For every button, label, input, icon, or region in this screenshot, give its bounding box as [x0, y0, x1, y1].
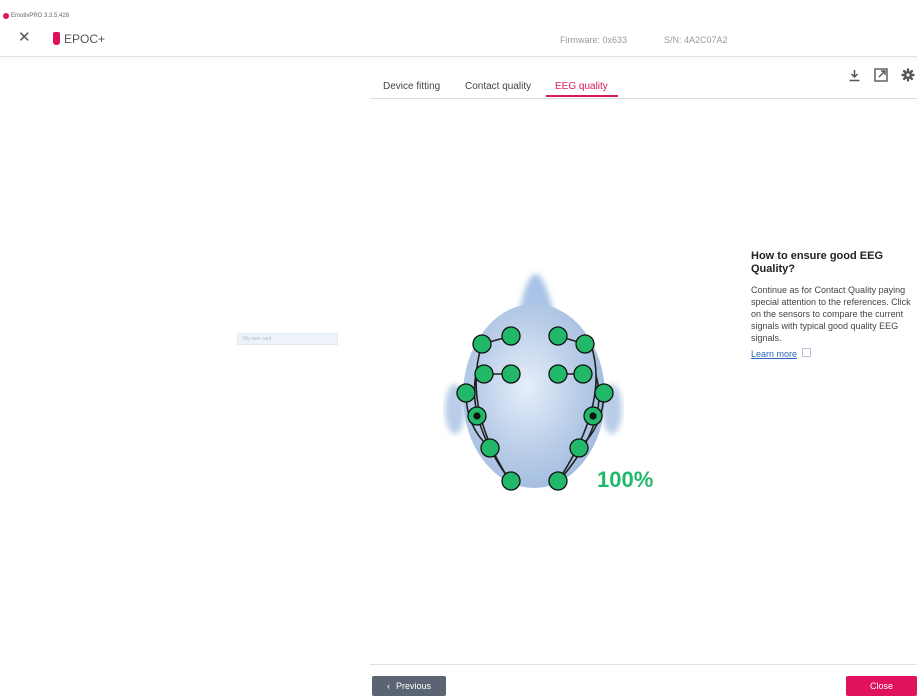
sensor-f8 [573, 364, 593, 384]
active-tab-indicator [546, 95, 618, 97]
device-header: ✕ EPOC+ Firmware: 0x633 S/N: 4A2C07A2 [0, 22, 917, 57]
previous-button[interactable]: ‹ Previous [372, 676, 446, 696]
sensor-f3 [501, 326, 521, 346]
sensor-af3 [472, 334, 492, 354]
previous-button-label: Previous [395, 681, 431, 691]
firmware-label: Firmware: 0x633 [560, 35, 628, 45]
headset-icon [53, 32, 60, 45]
tab-bar: Device fitting Contact quality EEG quali… [370, 76, 917, 99]
tab-contact-quality[interactable]: Contact quality [465, 81, 531, 92]
sensor-o2 [548, 471, 568, 491]
emotiv-logo-icon [3, 13, 9, 19]
sensor-af4 [575, 334, 595, 354]
external-link-small-icon [802, 348, 812, 358]
sensor-o1 [501, 471, 521, 491]
sensor-t8 [594, 383, 614, 403]
close-icon[interactable]: ✕ [18, 30, 31, 45]
chevron-left-icon: ‹ [386, 681, 390, 691]
app-title-bar: EmotivPRO 3.3.5.428 [3, 11, 69, 21]
close-button[interactable]: Close [846, 676, 917, 696]
app-title: EmotivPRO 3.3.5.428 [11, 13, 70, 19]
external-link-icon[interactable] [872, 66, 890, 84]
sensor-f4 [548, 326, 568, 346]
device-name: EPOC+ [64, 32, 106, 46]
head-sensor-map [440, 262, 640, 502]
tab-device-fitting[interactable]: Device fitting [383, 81, 440, 92]
card-placeholder-text: My new card [243, 336, 272, 342]
learn-more-link[interactable]: Learn more [751, 349, 797, 359]
sensor-t7 [456, 383, 476, 403]
sensor-f7 [474, 364, 494, 384]
gear-icon[interactable] [899, 66, 917, 84]
serial-number-label: S/N: 4A2C07A2 [664, 35, 728, 45]
tab-eeg-quality[interactable]: EEG quality [555, 81, 608, 92]
help-title: How to ensure good EEG Quality? [751, 250, 884, 275]
eeg-quality-percentage: 100% [597, 467, 654, 492]
footer-divider [370, 664, 917, 665]
help-text: Continue as for Contact Quality paying s… [751, 285, 911, 343]
sensor-p8 [569, 438, 589, 458]
download-icon[interactable] [845, 66, 863, 84]
sensor-p7 [480, 438, 500, 458]
help-panel: How to ensure good EEG Quality? Continue… [751, 250, 911, 362]
card-placeholder: My new card [237, 333, 338, 345]
sensor-fc6 [548, 364, 568, 384]
sensor-fc5 [501, 364, 521, 384]
close-button-label: Close [869, 681, 893, 691]
